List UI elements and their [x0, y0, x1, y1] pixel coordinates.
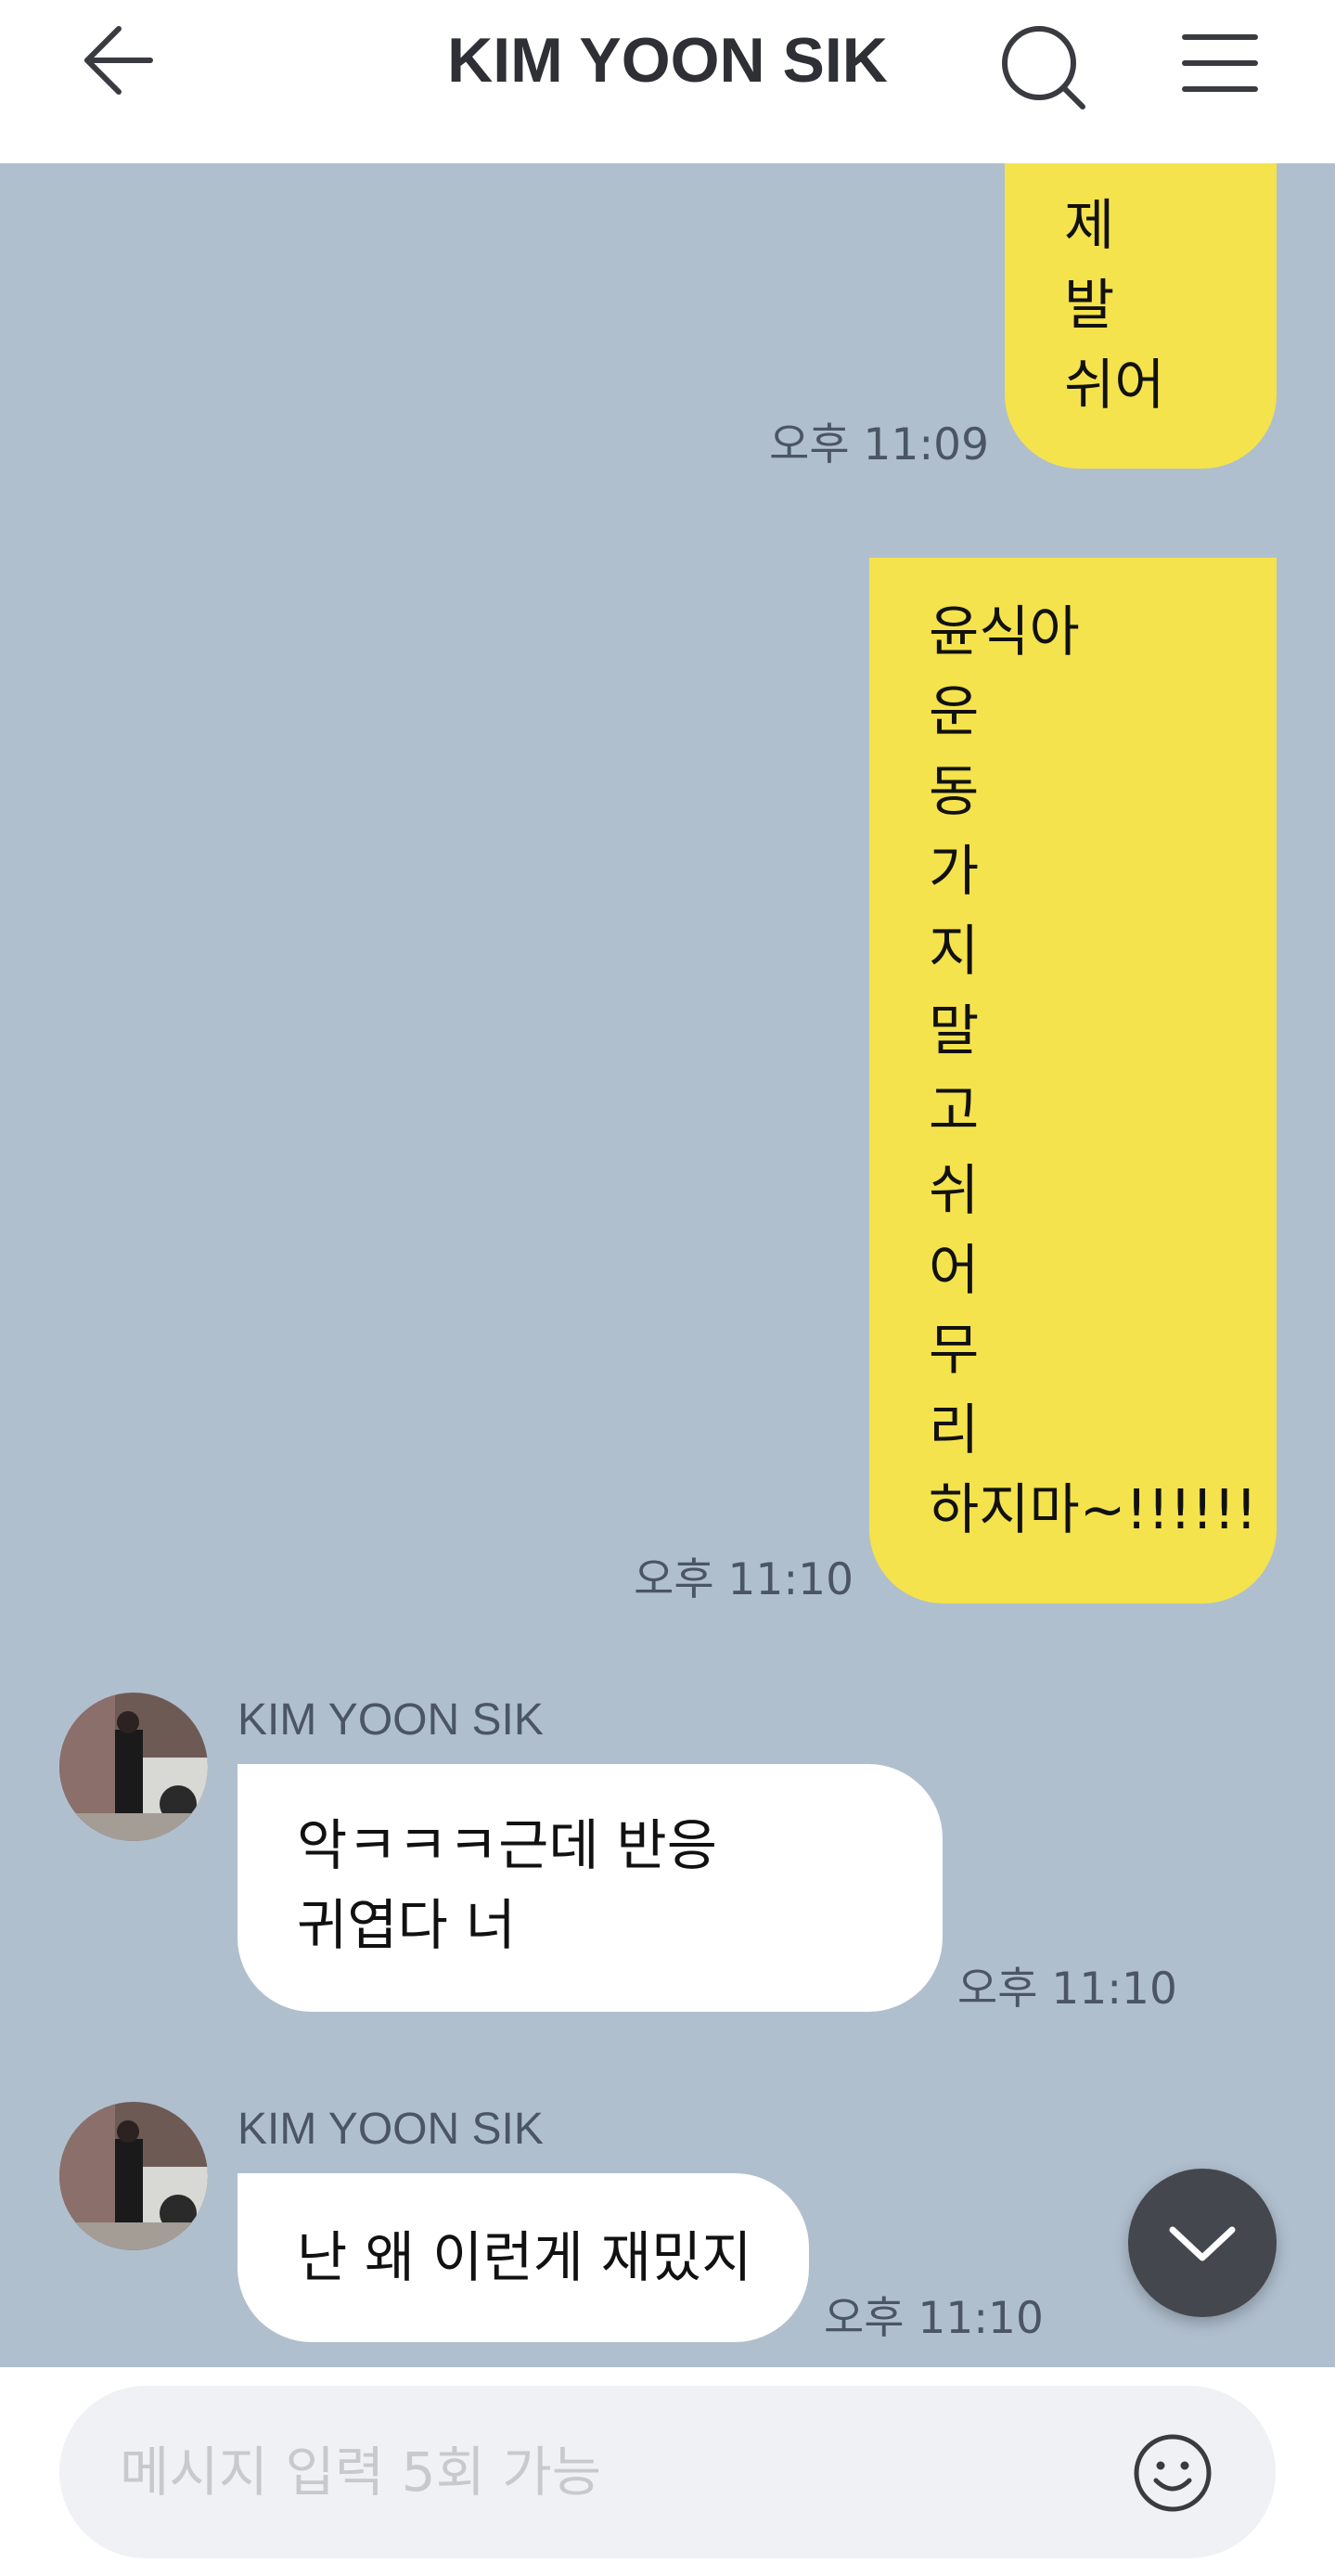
scroll-to-bottom-button[interactable] [1128, 2169, 1277, 2317]
message-text: 제 발 쉬어 [1064, 193, 1165, 417]
message-text: 악ㅋㅋㅋ근데 반응 귀엽다 너 [297, 1813, 717, 1957]
menu-button[interactable] [1174, 20, 1266, 113]
hamburger-menu-icon [1182, 34, 1258, 92]
their-message-bubble[interactable]: 악ㅋㅋㅋ근데 반응 귀엽다 너 [237, 1764, 943, 2012]
chat-title: KIM YOON SIK [447, 25, 888, 96]
avatar[interactable] [59, 2102, 208, 2250]
message-input-bar [0, 2367, 1335, 2576]
sender-name: KIM YOON SIK [237, 1695, 544, 1745]
their-message-bubble[interactable]: 난 왜 이런게 재밌지 [237, 2173, 809, 2342]
emoji-button[interactable] [1132, 2432, 1213, 2514]
search-icon [1002, 26, 1085, 109]
profile-photo [59, 2102, 208, 2250]
avatar[interactable] [59, 1693, 208, 1841]
arrow-left-icon [84, 26, 153, 95]
smiley-icon [1134, 2434, 1212, 2512]
sender-name: KIM YOON SIK [237, 2105, 544, 2154]
profile-photo [59, 1693, 208, 1841]
chat-header: KIM YOON SIK [0, 0, 1335, 163]
message-timestamp: 오후 11:10 [634, 1554, 854, 1605]
chevron-down-icon [1169, 2226, 1236, 2261]
my-message-bubble[interactable]: 윤식아 운 동 가 지 말 고 쉬 어 무 리 하지마~!!!!!! [869, 558, 1277, 1604]
message-text: 윤식아 운 동 가 지 말 고 쉬 어 무 리 하지마~!!!!!! [929, 599, 1258, 1541]
message-input[interactable] [59, 2386, 1276, 2558]
message-timestamp: 오후 11:10 [824, 2293, 1044, 2344]
my-message-bubble[interactable]: 제 발 쉬어 [1005, 163, 1277, 469]
message-timestamp: 오후 11:09 [769, 419, 989, 470]
search-button[interactable] [993, 17, 1095, 119]
back-button[interactable] [74, 19, 167, 111]
message-timestamp: 오후 11:10 [957, 1964, 1177, 2015]
message-text: 난 왜 이런게 재밌지 [297, 2225, 752, 2289]
